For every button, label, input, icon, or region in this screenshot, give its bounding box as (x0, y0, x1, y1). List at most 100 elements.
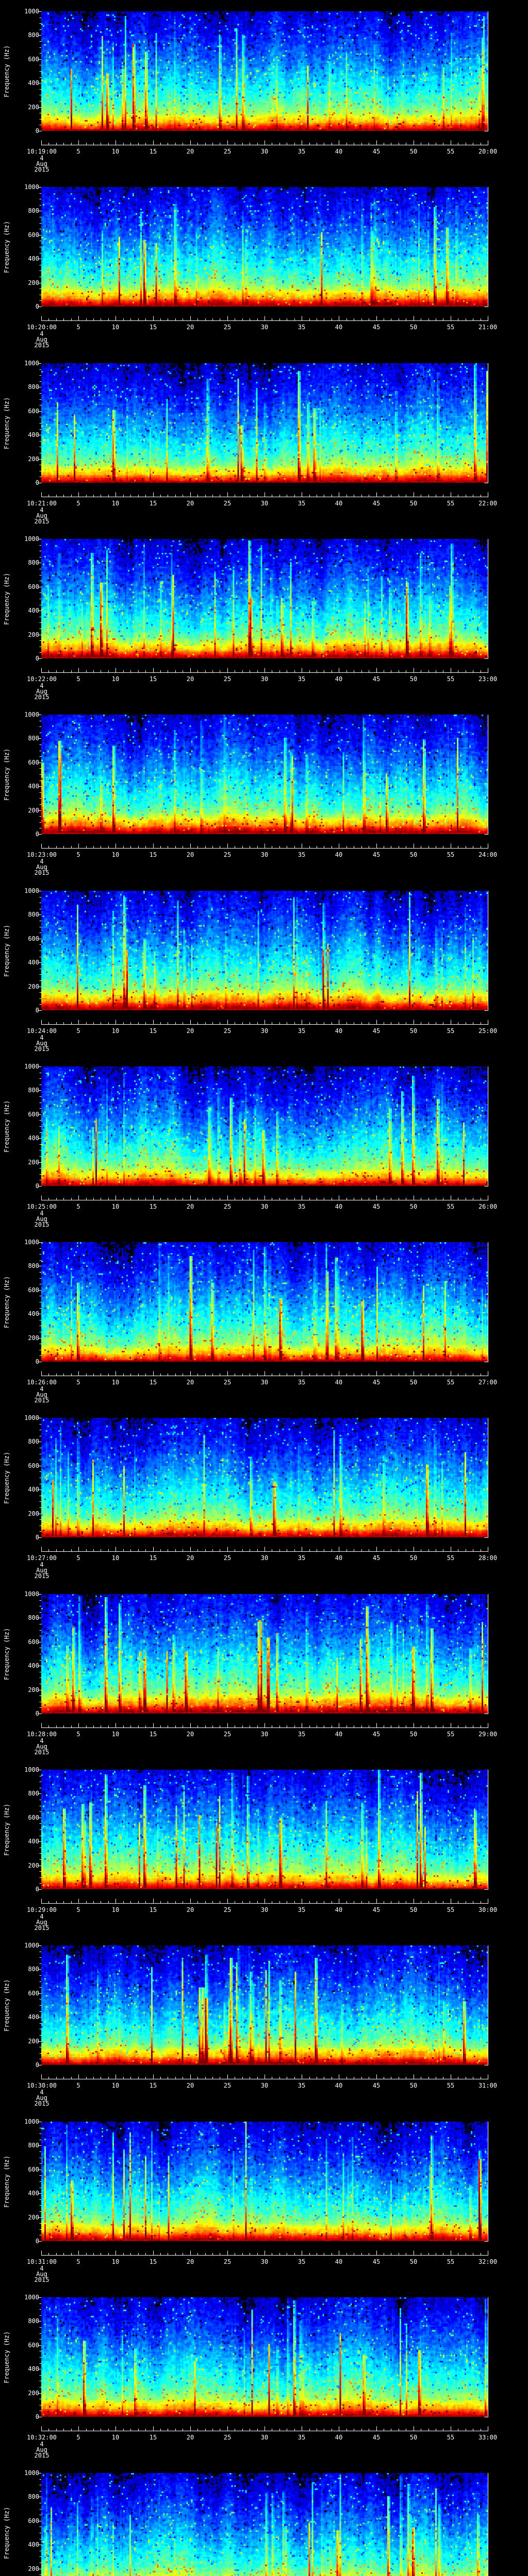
spectrogram-panel: Frequency (Hz) 0 200 400 600 800 1000 10:22:00 5… (0, 528, 528, 704)
spectrogram-panel: Frequency (Hz) 0 200 400 600 800 1000 10:27:00 5… (0, 1406, 528, 1583)
x-tick-label: 15 (149, 1554, 157, 1562)
x-tick-label: 40 (335, 1379, 343, 1386)
x-tick-label: 40 (335, 1906, 343, 1913)
x-tick-label: 45 (372, 1554, 381, 1562)
spectrogram-heatmap (41, 1770, 488, 1889)
x-end-time-label: 27:00 (478, 1379, 498, 1386)
x-tick-label: 15 (149, 324, 157, 331)
x-tick-label: 15 (149, 2082, 157, 2089)
x-tick-label: 20 (186, 324, 194, 331)
x-tick-label: 55 (447, 1906, 455, 1913)
x-tick-label: 10 (111, 324, 120, 331)
x-tick-label: 10 (111, 1906, 120, 1913)
x-tick-label: 15 (149, 851, 157, 858)
x-tick-label: 30 (260, 500, 269, 507)
x-tick-label: 25 (223, 2258, 232, 2265)
x-tick-label: 25 (223, 148, 232, 155)
x-tick-label: 55 (447, 1731, 455, 1738)
x-tick-label: 40 (335, 148, 343, 155)
date-label: 2015 (34, 1397, 50, 1404)
spectrogram-panel: Frequency (Hz) 0 200 400 600 800 1000 10:23:00 5… (0, 703, 528, 879)
x-tick-label: 40 (335, 324, 343, 331)
x-tick-label: 50 (409, 851, 418, 858)
x-tick-label: 55 (447, 851, 455, 858)
x-tick-label: 35 (298, 1731, 306, 1738)
date-label: 2015 (34, 518, 50, 525)
x-tick-label: 10 (111, 2434, 120, 2441)
x-start-time-label: 10:20:00 (27, 324, 57, 331)
x-tick-label: 35 (298, 1203, 306, 1210)
spectrogram-panel: Frequency (Hz) 0 200 400 600 800 1000 10:25:00 5… (0, 1055, 528, 1231)
x-tick-label: 20 (186, 1027, 194, 1035)
x-tick-label: 45 (372, 2258, 381, 2265)
x-start-time-label: 10:23:00 (27, 851, 57, 858)
x-tick-label: 50 (409, 675, 418, 683)
x-tick-label: 30 (260, 851, 269, 858)
x-start-time-label: 10:26:00 (27, 1379, 57, 1386)
spectrogram-heatmap (41, 2473, 488, 2576)
x-tick-label: 55 (447, 1554, 455, 1562)
x-tick-label: 20 (186, 1906, 194, 1913)
x-end-time-label: 32:00 (478, 2258, 498, 2265)
x-end-time-label: 31:00 (478, 2082, 498, 2089)
x-tick-label: 20 (186, 1379, 194, 1386)
x-tick-label: 30 (260, 1379, 269, 1386)
x-tick-label: 10 (111, 2258, 120, 2265)
date-label: 2015 (34, 2452, 50, 2459)
x-tick-label: 5 (76, 2434, 80, 2441)
x-tick-label: 35 (298, 1906, 306, 1913)
x-tick-label: 35 (298, 2434, 306, 2441)
x-end-time-label: 21:00 (478, 324, 498, 331)
x-start-time-label: 10:22:00 (27, 675, 57, 683)
x-tick-label: 50 (409, 500, 418, 507)
x-tick-label: 35 (298, 675, 306, 683)
x-tick-label: 50 (409, 2434, 418, 2441)
x-tick-label: 15 (149, 2258, 157, 2265)
x-tick-label: 25 (223, 2082, 232, 2089)
x-tick-label: 5 (76, 500, 80, 507)
x-tick-label: 10 (111, 675, 120, 683)
x-tick-label: 25 (223, 1731, 232, 1738)
date-label: 2015 (34, 1924, 50, 1931)
spectrogram-panel: Frequency (Hz) 0 200 400 600 800 1000 10:19:00 5… (0, 0, 528, 176)
date-label: 2015 (34, 166, 50, 173)
date-label: 2015 (34, 1572, 50, 1580)
spectrogram-heatmap (41, 891, 488, 1010)
x-tick-label: 5 (76, 1027, 80, 1035)
x-tick-label: 30 (260, 148, 269, 155)
x-tick-label: 55 (447, 2434, 455, 2441)
x-tick-label: 15 (149, 675, 157, 683)
x-tick-label: 15 (149, 1203, 157, 1210)
spectrogram-panel: Frequency (Hz) 0 200 400 600 800 1000 10:28:00 5… (0, 1583, 528, 1759)
x-tick-label: 10 (111, 500, 120, 507)
x-end-time-label: 25:00 (478, 1027, 498, 1035)
x-tick-label: 30 (260, 1203, 269, 1210)
date-label: 2015 (34, 1045, 50, 1053)
x-tick-label: 50 (409, 1203, 418, 1210)
x-tick-label: 35 (298, 500, 306, 507)
x-tick-label: 45 (372, 675, 381, 683)
x-tick-label: 20 (186, 148, 194, 155)
x-tick-label: 55 (447, 2258, 455, 2265)
spectrogram-heatmap (41, 2297, 488, 2417)
date-label: 2015 (34, 693, 50, 701)
spectrogram-heatmap (41, 1945, 488, 2065)
x-tick-label: 35 (298, 1554, 306, 1562)
x-tick-label: 35 (298, 1027, 306, 1035)
x-tick-label: 35 (298, 2082, 306, 2089)
x-tick-label: 30 (260, 2434, 269, 2441)
x-start-time-label: 10:19:00 (27, 148, 57, 155)
x-tick-label: 50 (409, 2082, 418, 2089)
x-start-time-label: 10:28:00 (27, 1731, 57, 1738)
spectrogram-panel: Frequency (Hz) 0 200 400 600 800 1000 10:26:00 5… (0, 1231, 528, 1407)
x-tick-label: 25 (223, 324, 232, 331)
x-tick-label: 25 (223, 1379, 232, 1386)
x-tick-label: 35 (298, 851, 306, 858)
x-tick-label: 40 (335, 1554, 343, 1562)
x-tick-label: 55 (447, 1027, 455, 1035)
x-tick-label: 30 (260, 324, 269, 331)
x-end-time-label: 33:00 (478, 2434, 498, 2441)
x-tick-label: 55 (447, 324, 455, 331)
x-tick-label: 55 (447, 500, 455, 507)
date-label: 2015 (34, 2100, 50, 2107)
